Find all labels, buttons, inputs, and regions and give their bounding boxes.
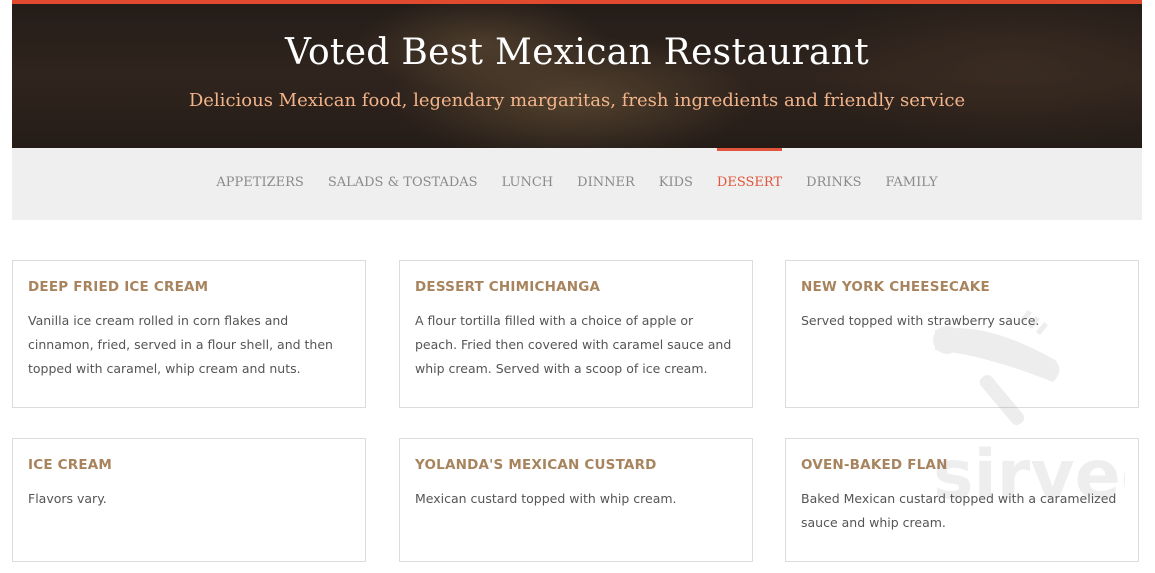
hero-title: Voted Best Mexican Restaurant xyxy=(284,32,870,73)
menu-item-description: Baked Mexican custard topped with a cara… xyxy=(801,491,1117,530)
nav-tab-kids[interactable]: KIDS xyxy=(659,148,693,220)
nav-tab-dinner[interactable]: DINNER xyxy=(577,148,635,220)
menu-item-card: YOLANDA'S MEXICAN CUSTARD Mexican custar… xyxy=(399,438,753,562)
nav-tab-drinks[interactable]: DRINKS xyxy=(806,148,861,220)
menu-item-card: DEEP FRIED ICE CREAM Vanilla ice cream r… xyxy=(12,260,366,408)
menu-item-card: DESSERT CHIMICHANGA A flour tortilla fil… xyxy=(399,260,753,408)
nav-tab-appetizers[interactable]: APPETIZERS xyxy=(216,148,303,220)
menu-item-name: ICE CREAM xyxy=(28,457,113,473)
nav-tab-dessert[interactable]: DESSERT xyxy=(716,148,783,220)
menu-item-description: Served topped with strawberry sauce. xyxy=(801,313,1040,328)
nav-tab-lunch[interactable]: LUNCH xyxy=(502,148,554,220)
nav-tab-salads-tostadas[interactable]: SALADS & TOSTADAS xyxy=(328,148,478,220)
menu-item-description: Mexican custard topped with whip cream. xyxy=(415,491,677,506)
menu-item-card: ICE CREAM Flavors vary. xyxy=(12,438,366,562)
menu-item-name: DESSERT CHIMICHANGA xyxy=(415,279,601,295)
menu-item-description: A flour tortilla filled with a choice of… xyxy=(415,313,732,376)
menu-item-name: YOLANDA'S MEXICAN CUSTARD xyxy=(415,457,657,473)
menu-item-description: Vanilla ice cream rolled in corn flakes … xyxy=(28,313,333,376)
menu-item-card: OVEN-BAKED FLAN Baked Mexican custard to… xyxy=(785,438,1139,562)
hero-banner: Voted Best Mexican Restaurant Delicious … xyxy=(12,0,1142,148)
menu-item-name: NEW YORK CHEESECAKE xyxy=(801,279,990,295)
menu-item-card: NEW YORK CHEESECAKE Served topped with s… xyxy=(785,260,1139,408)
menu-item-description: Flavors vary. xyxy=(28,491,107,506)
menu-category-nav: APPETIZERS SALADS & TOSTADAS LUNCH DINNE… xyxy=(12,148,1142,220)
hero-subtitle: Delicious Mexican food, legendary margar… xyxy=(188,90,966,111)
menu-item-name: DEEP FRIED ICE CREAM xyxy=(28,279,209,295)
menu-item-name: OVEN-BAKED FLAN xyxy=(801,457,948,473)
hero-overlay xyxy=(12,4,1142,148)
nav-tab-family[interactable]: FAMILY xyxy=(885,148,937,220)
